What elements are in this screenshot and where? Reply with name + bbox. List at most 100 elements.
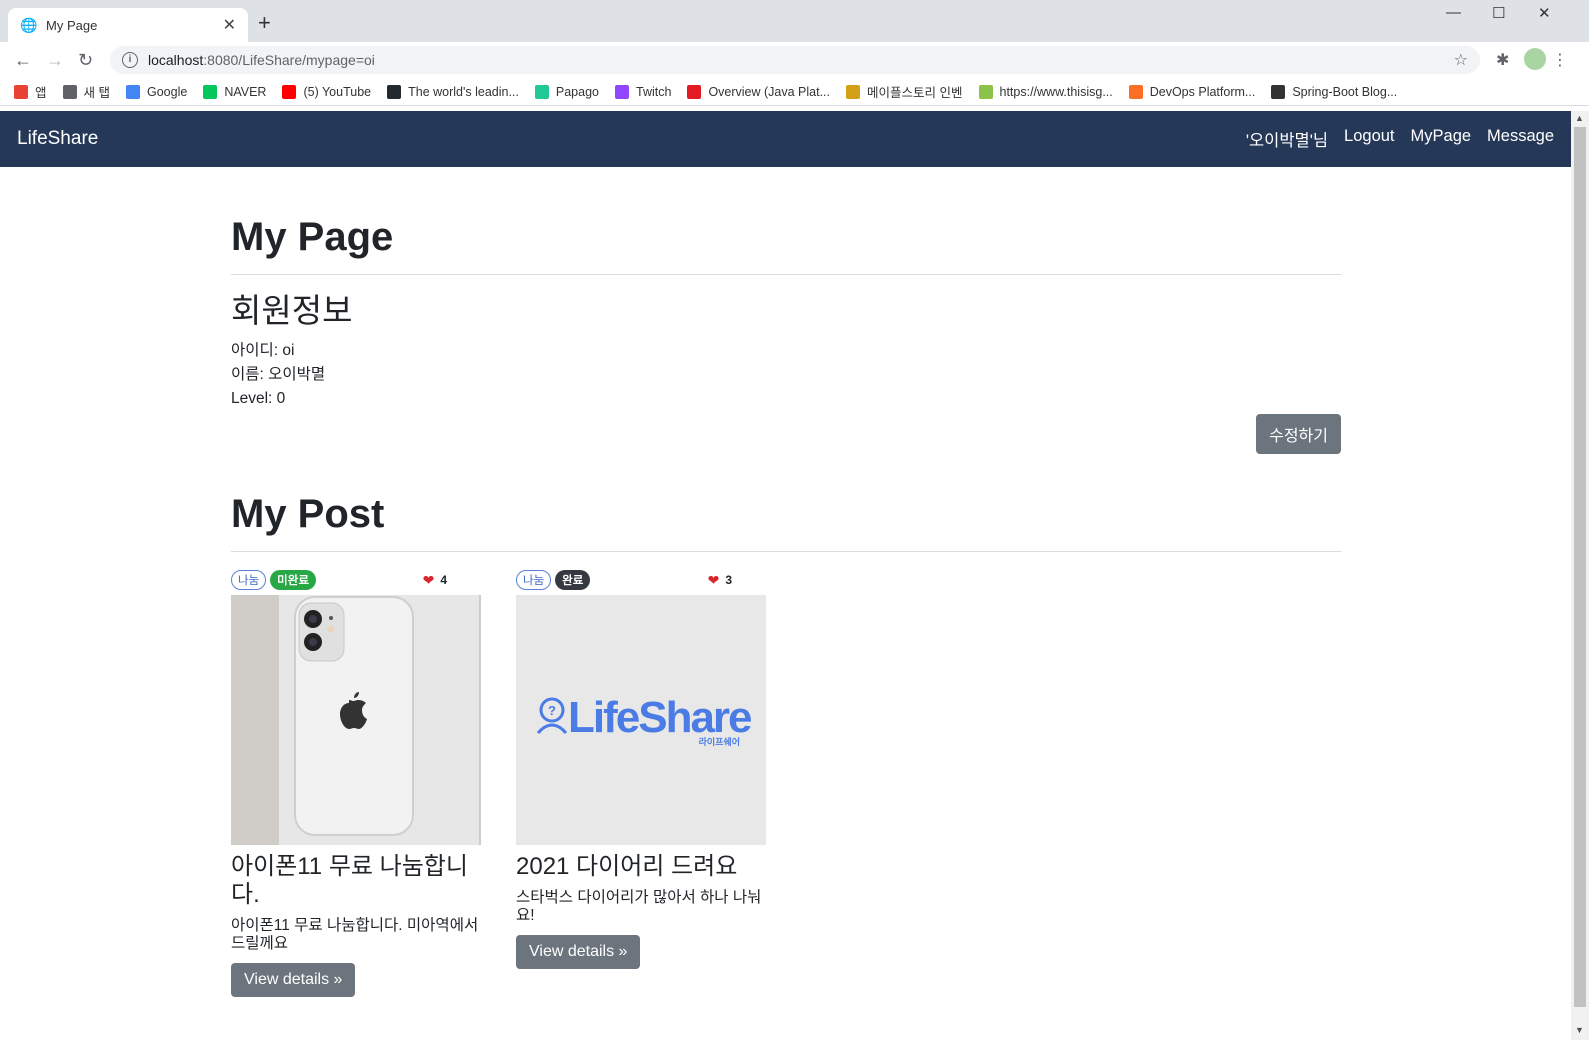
like-count-value: 4 bbox=[440, 573, 447, 587]
post-image-iphone[interactable] bbox=[231, 595, 481, 845]
bookmark-favicon-icon bbox=[126, 84, 140, 99]
browser-toolbar: ← → ↻ i localhost :8080/LifeShare/mypage… bbox=[0, 42, 1589, 78]
address-bar[interactable]: i localhost :8080/LifeShare/mypage=oi ☆ bbox=[110, 46, 1480, 74]
forward-icon[interactable]: → bbox=[46, 48, 64, 72]
bookmark-item[interactable]: Google bbox=[126, 84, 188, 99]
profile-avatar[interactable] bbox=[1524, 48, 1546, 70]
member-info-heading: 회원정보 bbox=[231, 292, 353, 329]
bookmark-item[interactable]: 메이플스토리 인벤 bbox=[846, 82, 963, 101]
extensions-icon[interactable]: ✱ bbox=[1496, 50, 1509, 70]
close-tab-icon[interactable]: ✕ bbox=[223, 15, 236, 35]
view-details-button[interactable]: View details » bbox=[231, 963, 356, 997]
url-host: localhost bbox=[148, 52, 204, 68]
bookmark-favicon-icon bbox=[1128, 84, 1143, 99]
bookmark-item[interactable]: Overview (Java Plat... bbox=[687, 84, 831, 99]
post-card: 나눔 완료 ❤ 3 ? LifeShare 라이프쉐어 2021 다이어리 드려… bbox=[516, 570, 766, 997]
bookmark-label: (5) YouTube bbox=[303, 84, 372, 99]
window-close-icon[interactable]: ✕ bbox=[1538, 4, 1551, 22]
bookmark-item[interactable]: https://www.thisisg... bbox=[978, 84, 1113, 99]
scroll-thumb[interactable] bbox=[1574, 127, 1586, 1007]
bookmark-item[interactable]: The world's leadin... bbox=[387, 84, 519, 99]
nav-links: '오이박멸'님 Logout MyPage Message bbox=[1246, 127, 1554, 151]
bookmark-favicon-icon bbox=[387, 84, 402, 99]
scroll-up-icon[interactable]: ▲ bbox=[1575, 113, 1584, 123]
page-title: My Page bbox=[231, 215, 394, 259]
post-title: 아이폰11 무료 나눔합니다. bbox=[231, 853, 468, 908]
message-link[interactable]: Message bbox=[1487, 127, 1554, 151]
post-cards: 나눔 미완료 ❤ 4 아이폰11 무료 나눔합니다. 아이폰11 무료 나눔합니… bbox=[231, 570, 1341, 997]
browser-tab[interactable]: 🌐 My Page ✕ bbox=[8, 8, 248, 42]
maximize-icon[interactable]: ☐ bbox=[1492, 4, 1505, 22]
globe-icon: 🌐 bbox=[20, 17, 38, 33]
bookmark-item[interactable]: Spring-Boot Blog... bbox=[1271, 84, 1397, 99]
category-badge: 나눔 bbox=[231, 570, 267, 590]
bookmark-label: https://www.thisisg... bbox=[999, 84, 1113, 99]
bookmark-item[interactable]: DevOps Platform... bbox=[1128, 84, 1256, 99]
post-desc: 스타벅스 다이어리가 많아서 하나 나눠요! bbox=[516, 889, 762, 924]
divider bbox=[231, 551, 1341, 552]
bookmark-favicon-icon bbox=[62, 84, 77, 99]
like-count-value: 3 bbox=[725, 573, 732, 587]
mypage-link[interactable]: MyPage bbox=[1411, 127, 1472, 151]
bookmark-favicon-icon bbox=[846, 84, 861, 99]
post-image-lifeshare-logo[interactable]: ? LifeShare 라이프쉐어 bbox=[516, 595, 766, 845]
like-count[interactable]: ❤ 3 bbox=[708, 572, 732, 589]
menu-dots-icon[interactable]: ⋮ bbox=[1552, 50, 1568, 70]
status-badge: 완료 bbox=[555, 570, 591, 590]
bookmark-favicon-icon bbox=[687, 84, 702, 99]
heart-icon[interactable]: ❤ bbox=[423, 572, 435, 589]
bookmarks-bar: 앱 새 탭 Google NAVER (5) YouTube The world's le… bbox=[0, 78, 1589, 106]
bookmark-item[interactable]: (5) YouTube bbox=[282, 84, 372, 99]
bookmark-favicon-icon bbox=[978, 84, 993, 99]
bookmark-label: Overview (Java Plat... bbox=[708, 84, 831, 99]
bookmark-favicon-icon bbox=[534, 84, 549, 99]
bookmark-item[interactable]: Twitch bbox=[615, 84, 672, 99]
heart-icon[interactable]: ❤ bbox=[708, 572, 720, 589]
main-content: My Page 회원정보 아이디: oi 이름: 오이박멸 Level: 0 수… bbox=[231, 167, 1341, 997]
post-desc: 아이폰11 무료 나눔합니다. 미아역에서 드릴께요 bbox=[231, 917, 479, 952]
bookmark-label: DevOps Platform... bbox=[1149, 84, 1256, 99]
bookmark-item[interactable]: 앱 bbox=[14, 82, 47, 101]
minimize-icon[interactable]: — bbox=[1446, 4, 1461, 21]
url-path: :8080/LifeShare/mypage=oi bbox=[203, 52, 375, 68]
bookmark-favicon-icon bbox=[203, 84, 218, 99]
reload-icon[interactable]: ↻ bbox=[78, 48, 93, 72]
edit-profile-button[interactable]: 수정하기 bbox=[1256, 414, 1341, 454]
page-scrollbar[interactable]: ▲ ▼ bbox=[1571, 111, 1589, 1040]
post-card: 나눔 미완료 ❤ 4 아이폰11 무료 나눔합니다. 아이폰11 무료 나눔합니… bbox=[231, 570, 481, 997]
tab-title: My Page bbox=[46, 17, 98, 33]
member-id: 아이디: oi bbox=[231, 342, 295, 359]
bookmark-item[interactable]: NAVER bbox=[203, 84, 267, 99]
bookmark-favicon-icon bbox=[1271, 84, 1286, 99]
scroll-down-icon[interactable]: ▼ bbox=[1575, 1025, 1584, 1035]
status-badge: 미완료 bbox=[270, 570, 316, 590]
bookmark-item[interactable]: Papago bbox=[534, 84, 599, 99]
new-tab-icon[interactable]: + bbox=[258, 12, 271, 34]
category-badge: 나눔 bbox=[516, 570, 552, 590]
bookmark-item[interactable]: 새 탭 bbox=[62, 82, 110, 101]
logout-link[interactable]: Logout bbox=[1344, 127, 1394, 151]
browser-tabbar: 🌐 My Page ✕ + — ☐ ✕ bbox=[0, 0, 1589, 42]
bookmark-label: Google bbox=[147, 84, 188, 99]
bookmark-favicon-icon bbox=[14, 84, 28, 99]
like-count[interactable]: ❤ 4 bbox=[423, 572, 447, 589]
bookmark-label: Twitch bbox=[636, 84, 672, 99]
divider bbox=[231, 274, 1341, 275]
bookmark-label: NAVER bbox=[224, 84, 267, 99]
logo-subtext: 라이프쉐어 bbox=[699, 736, 740, 748]
svg-text:?: ? bbox=[548, 703, 556, 718]
my-post-title: My Post bbox=[231, 492, 385, 536]
member-name: 이름: 오이박멸 bbox=[231, 366, 326, 383]
bookmark-label: 메이플스토리 인벤 bbox=[867, 86, 963, 100]
bookmark-star-icon[interactable]: ☆ bbox=[1454, 50, 1468, 70]
user-greeting: '오이박멸'님 bbox=[1245, 132, 1329, 150]
brand-link[interactable]: LifeShare bbox=[17, 128, 98, 150]
view-details-button[interactable]: View details » bbox=[516, 935, 641, 969]
back-icon[interactable]: ← bbox=[14, 48, 32, 72]
post-title: 2021 다이어리 드려요 bbox=[516, 853, 738, 880]
bookmark-label: The world's leadin... bbox=[408, 84, 519, 99]
site-info-icon[interactable]: i bbox=[122, 52, 138, 68]
bookmark-label: Papago bbox=[555, 84, 599, 99]
bookmark-favicon-icon bbox=[282, 84, 297, 99]
site-navbar: LifeShare '오이박멸'님 Logout MyPage Message bbox=[0, 111, 1571, 167]
